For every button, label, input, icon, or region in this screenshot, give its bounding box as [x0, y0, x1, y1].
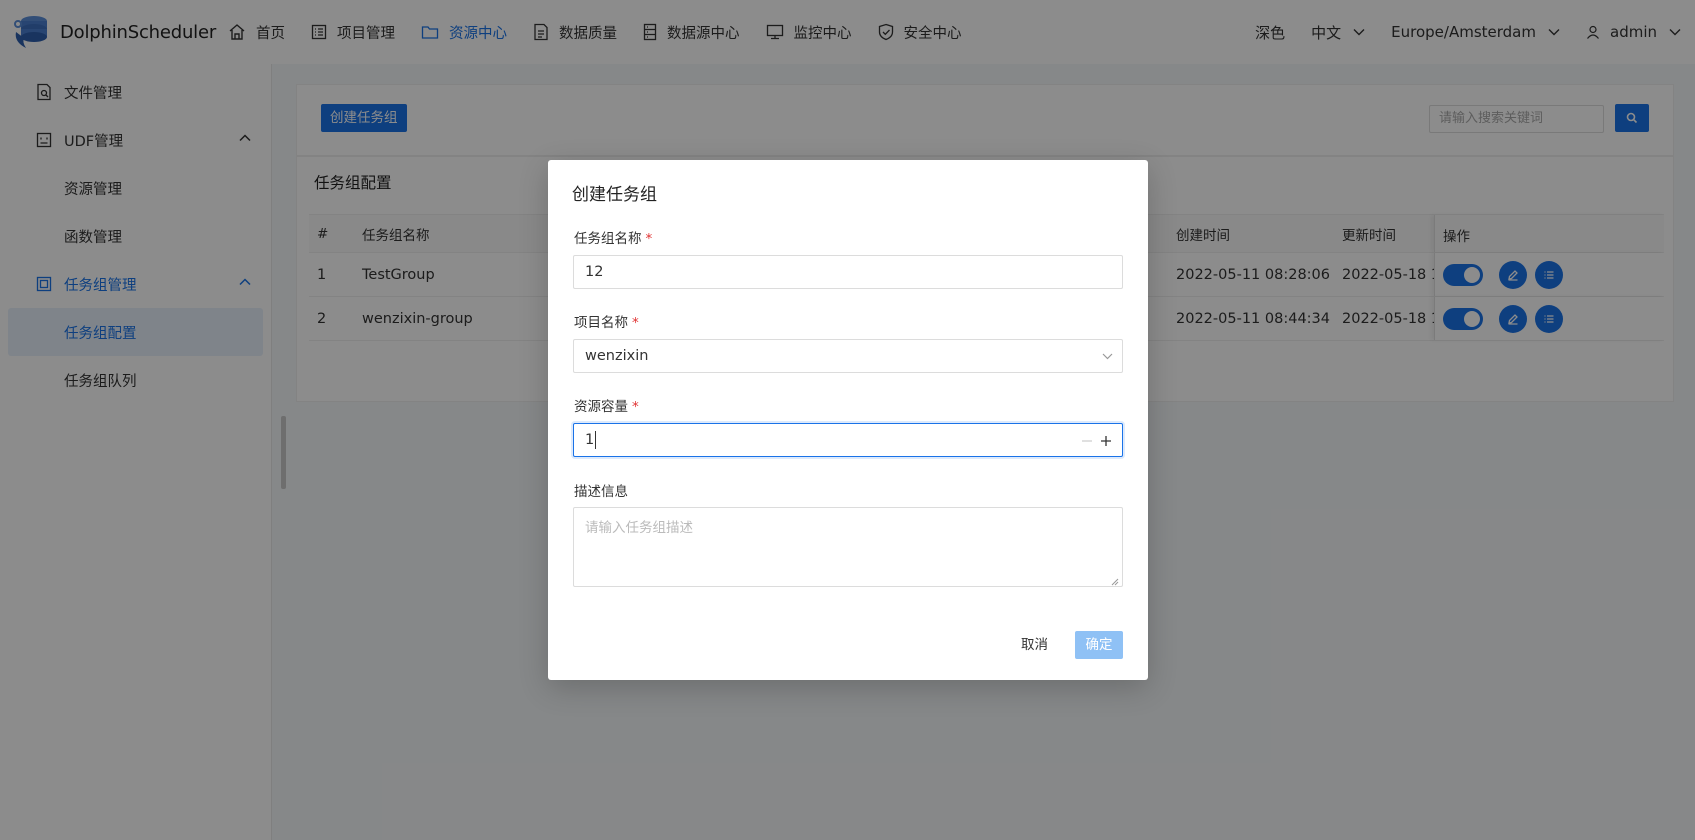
description-textarea[interactable]: 请输入任务组描述	[573, 507, 1123, 587]
name-label: 任务组名称 *	[574, 227, 652, 247]
text-cursor	[595, 431, 597, 449]
chevron-down-icon	[1102, 353, 1113, 360]
dialog-title: 创建任务组	[572, 185, 657, 205]
capacity-label: 资源容量 *	[574, 395, 639, 415]
capacity-label-text: 资源容量	[574, 399, 628, 415]
project-label: 项目名称 *	[574, 311, 639, 331]
plus-icon[interactable]	[1100, 435, 1112, 447]
minus-icon[interactable]	[1081, 435, 1093, 447]
required-mark: *	[632, 315, 639, 331]
capacity-value: 1	[585, 432, 595, 448]
description-label-text: 描述信息	[574, 484, 628, 500]
required-mark: *	[645, 231, 653, 247]
required-mark: *	[632, 399, 639, 415]
description-label: 描述信息	[574, 480, 628, 500]
confirm-button[interactable]: 确定	[1075, 631, 1123, 659]
task-group-name-input[interactable]: 12	[573, 255, 1123, 289]
cancel-button[interactable]: 取消	[1013, 631, 1056, 659]
name-label-text: 任务组名称	[574, 231, 642, 247]
capacity-input[interactable]: 1	[573, 423, 1123, 457]
project-select-value: wenzixin	[585, 348, 649, 364]
resize-grip-icon	[1111, 578, 1119, 586]
create-task-group-dialog: 创建任务组 任务组名称 * 12 项目名称 * wenzixin 资源容量 * 1 描…	[548, 160, 1148, 680]
project-label-text: 项目名称	[574, 315, 628, 331]
project-select[interactable]: wenzixin	[573, 339, 1123, 373]
